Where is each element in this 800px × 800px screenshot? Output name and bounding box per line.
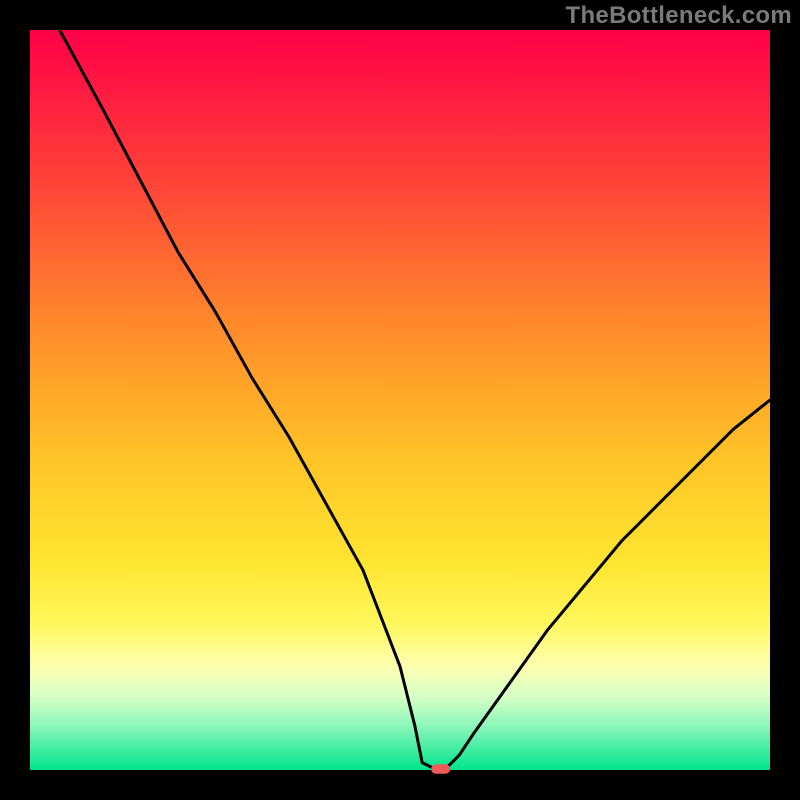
watermark-label: TheBottleneck.com [566,2,792,30]
gradient-background [30,30,770,770]
chart-svg [0,0,800,800]
optimal-marker [431,764,450,774]
bottleneck-chart: TheBottleneck.com [0,0,800,800]
